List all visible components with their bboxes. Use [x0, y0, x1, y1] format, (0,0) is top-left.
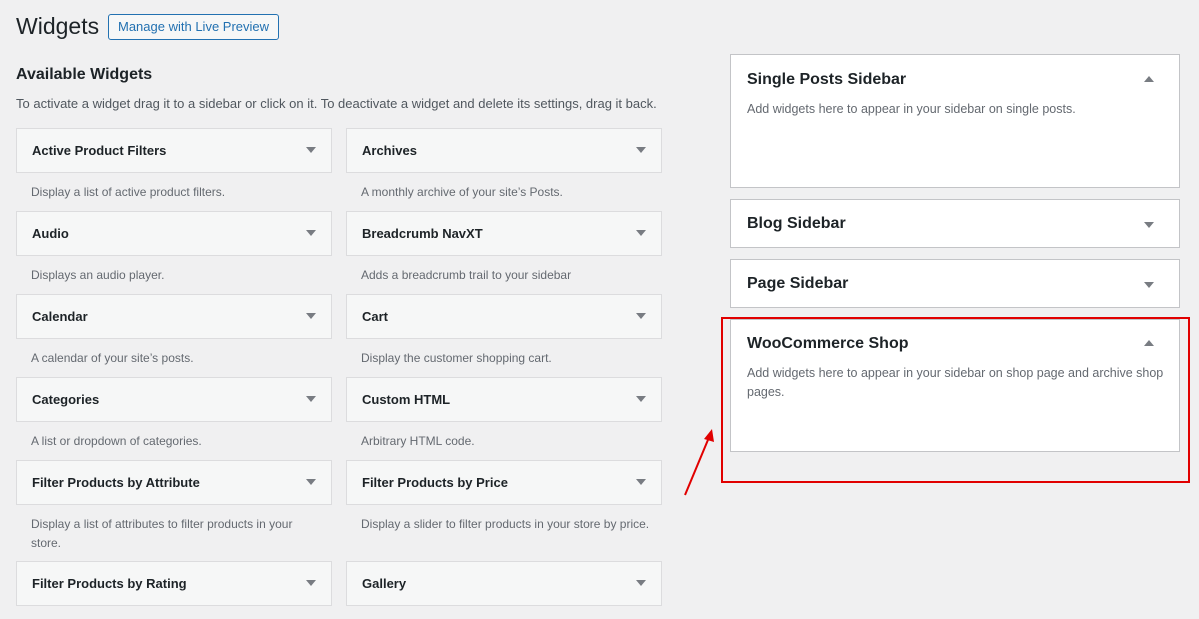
sidebar-title[interactable]: Page Sidebar — [747, 275, 848, 293]
widget-categories[interactable]: Categories — [16, 377, 332, 422]
widget-description: Display the customer shopping cart. — [361, 351, 552, 365]
widget-description: Display a list of attributes to filter p… — [31, 517, 293, 550]
chevron-down-icon[interactable] — [1144, 282, 1154, 288]
widget-filter-products-by-rating[interactable]: Filter Products by Rating — [16, 561, 332, 606]
sidebar-title[interactable]: Blog Sidebar — [747, 215, 846, 233]
chevron-down-icon[interactable] — [306, 147, 316, 153]
widget-title: Cart — [362, 309, 389, 324]
chevron-down-icon[interactable] — [306, 396, 316, 402]
widget-title: Active Product Filters — [32, 143, 167, 158]
available-widgets-title: Available Widgets — [16, 66, 153, 83]
sidebar-single-posts[interactable]: Single Posts Sidebar Add widgets here to… — [730, 54, 1180, 188]
widget-title: Filter Products by Price — [362, 475, 508, 490]
widget-description: Adds a breadcrumb trail to your sidebar — [361, 268, 572, 282]
widget-gallery[interactable]: Gallery — [346, 561, 662, 606]
chevron-down-icon[interactable] — [306, 479, 316, 485]
widget-description: Display a slider to filter products in y… — [361, 517, 650, 531]
page-title: Widgets — [16, 13, 100, 39]
sidebar-description: Add widgets here to appear in your sideb… — [747, 102, 1076, 116]
widget-active-product-filters[interactable]: Active Product Filters — [16, 128, 332, 173]
manage-live-preview-button[interactable]: Manage with Live Preview — [108, 14, 280, 40]
chevron-down-icon[interactable] — [636, 230, 646, 236]
widget-title: Filter Products by Attribute — [32, 475, 200, 490]
widget-breadcrumb-navxt[interactable]: Breadcrumb NavXT — [346, 211, 662, 256]
widget-description: Display a list of active product filters… — [31, 185, 226, 199]
widget-custom-html[interactable]: Custom HTML — [346, 377, 662, 422]
widget-filter-products-by-price[interactable]: Filter Products by Price — [346, 460, 662, 505]
widget-audio[interactable]: Audio — [16, 211, 332, 256]
chevron-down-icon[interactable] — [306, 230, 316, 236]
highlight-annotation-box — [721, 317, 1190, 483]
sidebar-blog[interactable]: Blog Sidebar — [730, 199, 1180, 248]
widget-title: Audio — [32, 226, 69, 241]
chevron-down-icon[interactable] — [306, 313, 316, 319]
widget-title: Calendar — [32, 309, 88, 324]
available-widgets-description: To activate a widget drag it to a sideba… — [16, 96, 657, 111]
chevron-down-icon[interactable] — [636, 396, 646, 402]
widget-filter-products-by-attribute[interactable]: Filter Products by Attribute — [16, 460, 332, 505]
widget-archives[interactable]: Archives — [346, 128, 662, 173]
widget-description: A calendar of your site’s posts. — [31, 351, 194, 365]
sidebar-page[interactable]: Page Sidebar — [730, 259, 1180, 308]
annotation-arrow-icon — [684, 429, 714, 496]
chevron-down-icon[interactable] — [636, 479, 646, 485]
chevron-down-icon[interactable] — [1144, 222, 1154, 228]
chevron-down-icon[interactable] — [636, 580, 646, 586]
widget-description: Displays an audio player. — [31, 268, 165, 282]
widget-title: Gallery — [362, 576, 407, 591]
widget-title: Categories — [32, 392, 100, 407]
widget-title: Filter Products by Rating — [32, 576, 187, 591]
widget-title: Breadcrumb NavXT — [362, 226, 483, 241]
widget-title: Custom HTML — [362, 392, 451, 407]
widget-title: Archives — [362, 143, 417, 158]
widget-description: A monthly archive of your site’s Posts. — [361, 185, 563, 199]
widget-description: Arbitrary HTML code. — [361, 434, 475, 448]
chevron-down-icon[interactable] — [636, 147, 646, 153]
widget-calendar[interactable]: Calendar — [16, 294, 332, 339]
chevron-down-icon[interactable] — [636, 313, 646, 319]
chevron-up-icon[interactable] — [1144, 76, 1154, 82]
sidebar-title[interactable]: Single Posts Sidebar — [747, 71, 906, 89]
widget-description: A list or dropdown of categories. — [31, 434, 202, 448]
chevron-down-icon[interactable] — [306, 580, 316, 586]
widget-cart[interactable]: Cart — [346, 294, 662, 339]
